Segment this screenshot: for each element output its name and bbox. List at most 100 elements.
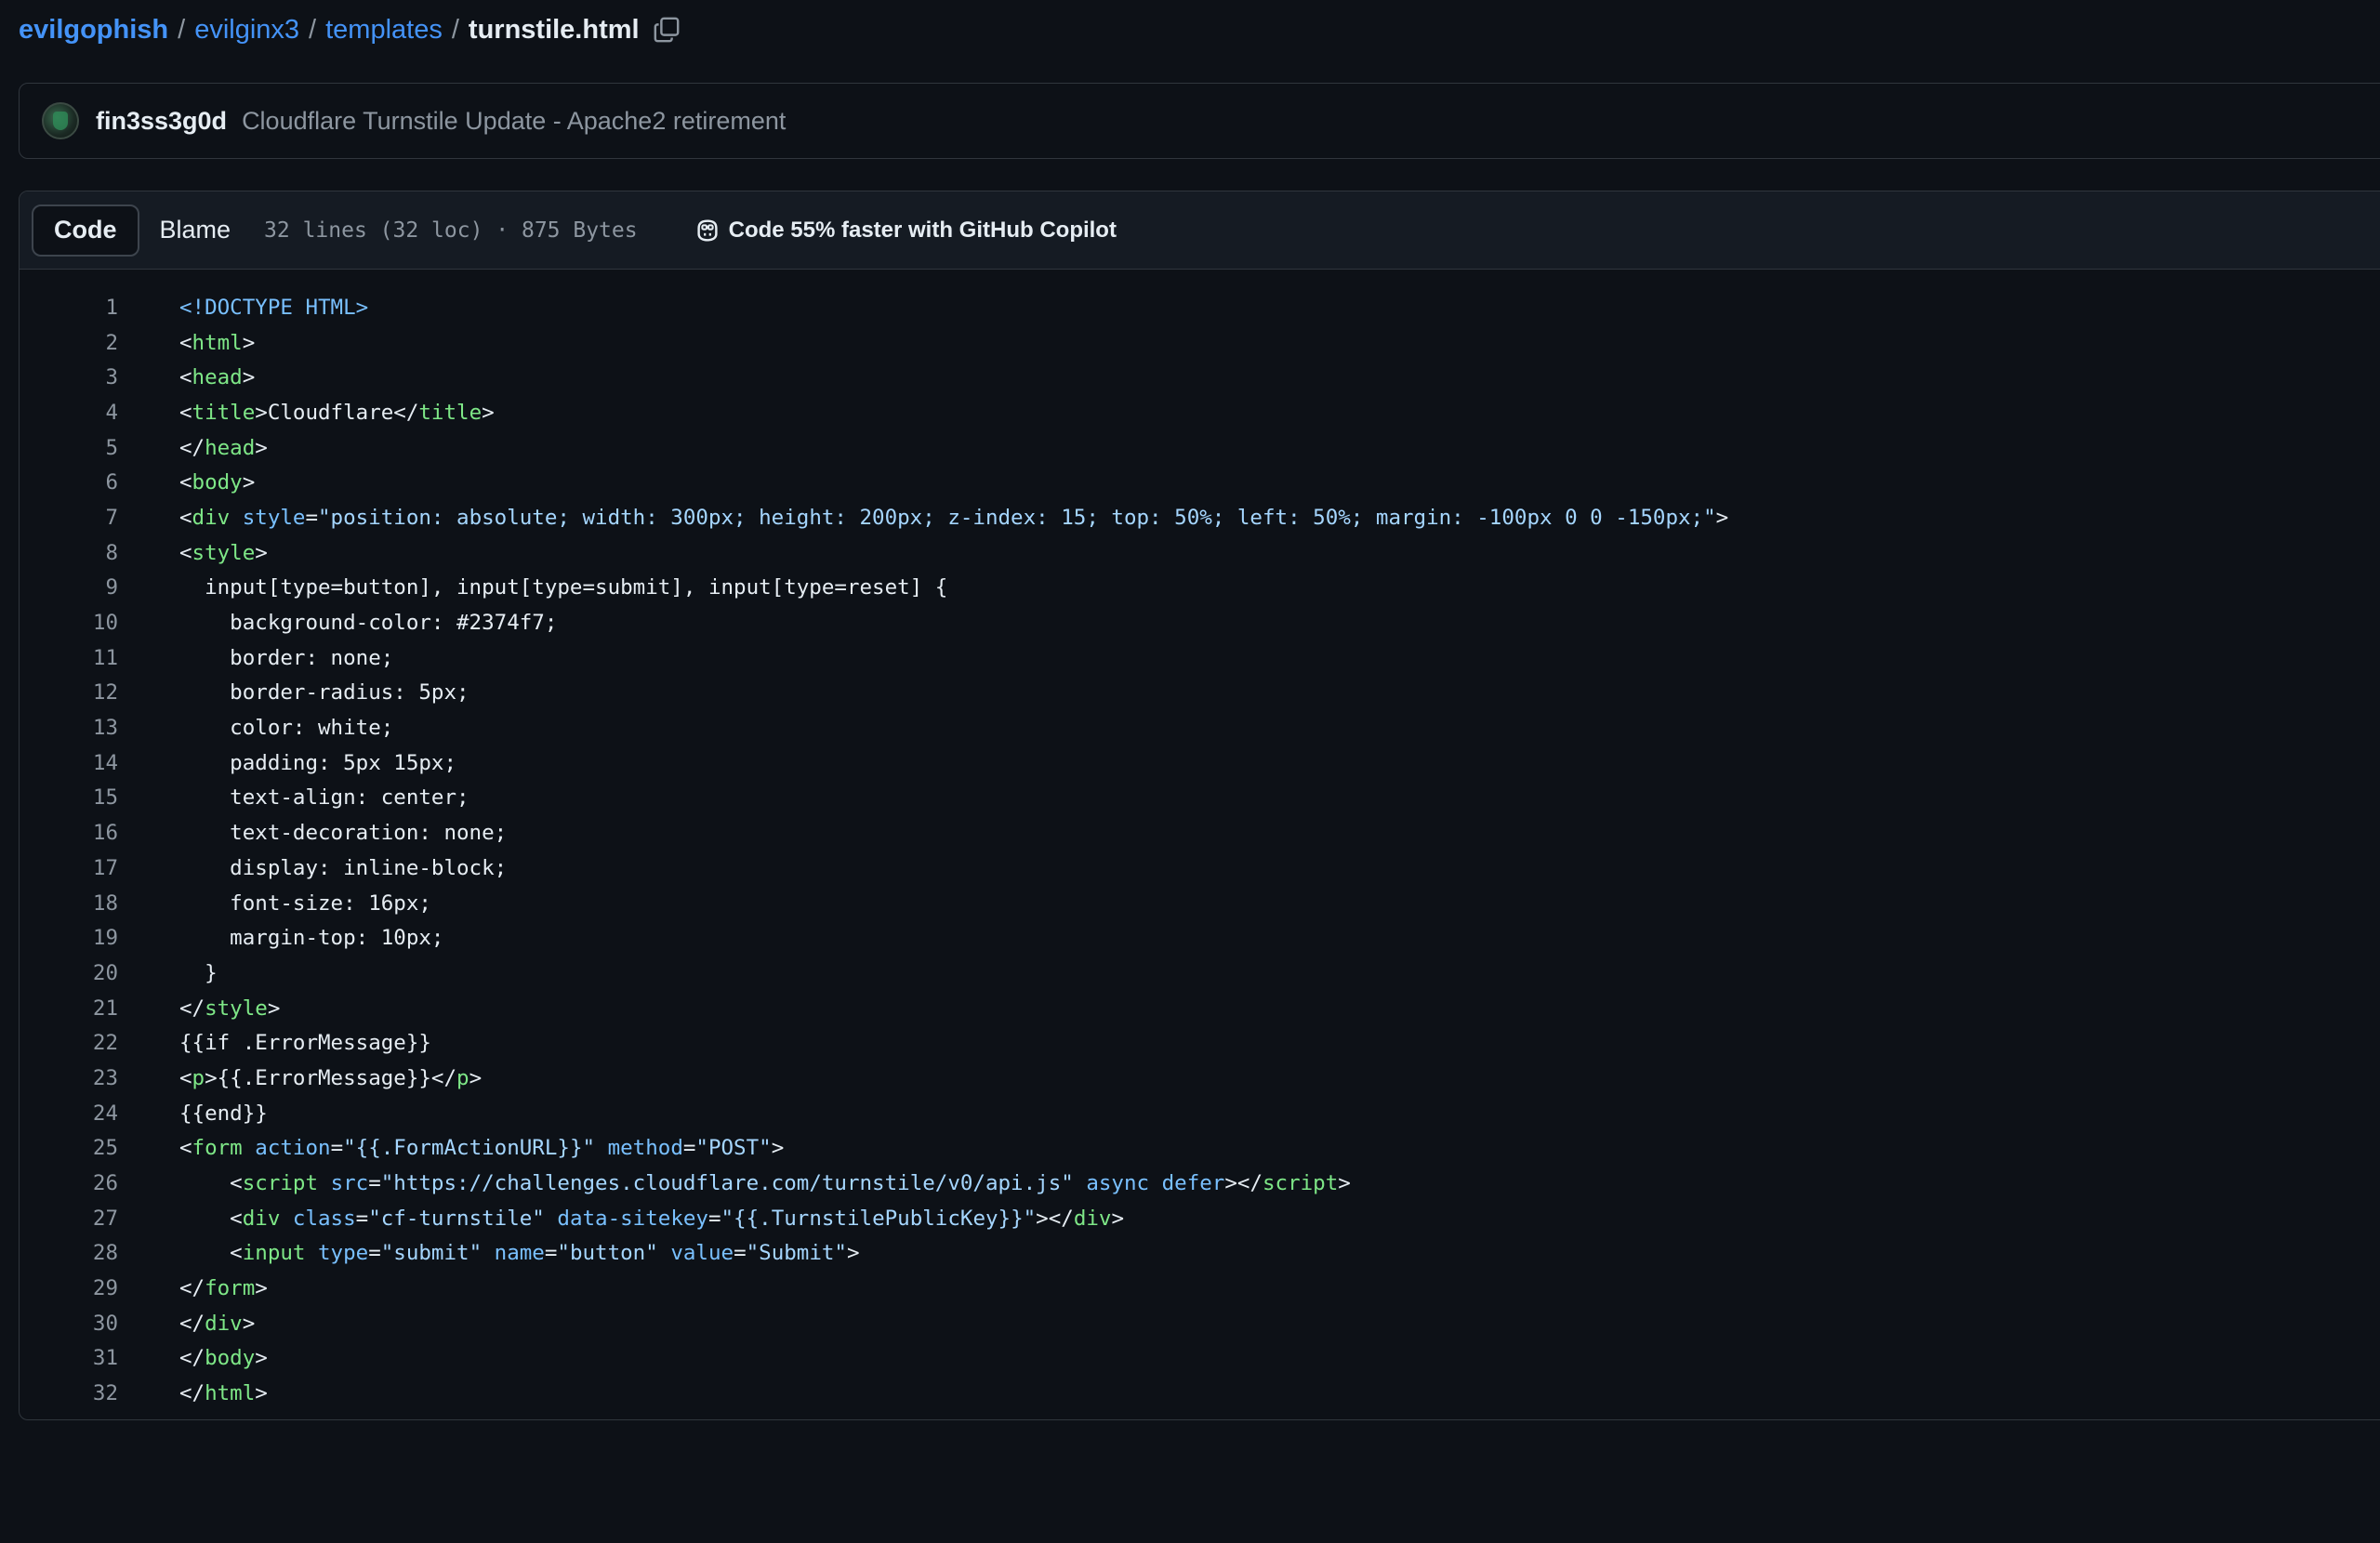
line-content: <script src="https://challenges.cloudfla… [179, 1171, 1351, 1195]
tab-code[interactable]: Code [32, 204, 139, 257]
view-tabs: Code Blame [32, 204, 251, 257]
code-token: "position: absolute; width: 300px; heigh… [318, 505, 1716, 530]
commit-author[interactable]: fin3ss3g0d [96, 107, 227, 136]
code-token: = [707, 1206, 721, 1231]
line-content: } [179, 961, 218, 985]
line-content: text-decoration: none; [179, 821, 507, 845]
code-line: 3 <head> [20, 360, 2380, 395]
line-content: </div> [179, 1312, 255, 1336]
line-number[interactable]: 4 [20, 401, 118, 425]
code-token: font-size: 16px; [179, 890, 431, 916]
line-content: background-color: #2374f7; [179, 611, 557, 635]
code-token: > [1111, 1206, 1124, 1231]
code-token: < [179, 1241, 243, 1266]
line-number[interactable]: 29 [20, 1276, 118, 1300]
code-token: > [255, 435, 268, 460]
code-token: display: inline-block; [179, 855, 508, 880]
line-number[interactable]: 3 [20, 365, 118, 389]
code-token: script [242, 1171, 319, 1196]
line-number[interactable]: 1 [20, 296, 118, 320]
line-content: {{if .ErrorMessage}} [179, 1031, 431, 1055]
line-number[interactable]: 20 [20, 961, 118, 985]
code-line: 7 <div style="position: absolute; width: … [20, 500, 2380, 535]
code-line: 28 <input type="submit" name="button" va… [20, 1236, 2380, 1272]
line-number[interactable]: 13 [20, 716, 118, 740]
line-number[interactable]: 27 [20, 1207, 118, 1231]
line-number[interactable]: 12 [20, 680, 118, 705]
line-content: <div style="position: absolute; width: 3… [179, 506, 1728, 530]
code-token: < [179, 1171, 243, 1196]
line-number[interactable]: 31 [20, 1346, 118, 1370]
line-number[interactable]: 5 [20, 436, 118, 460]
commit-message[interactable]: Cloudflare Turnstile Update - Apache2 re… [242, 107, 786, 136]
code-token: < [179, 330, 192, 355]
code-token: html [192, 330, 243, 355]
code-token: type [318, 1241, 369, 1266]
line-content: <style> [179, 541, 268, 565]
code-line: 14 padding: 5px 15px; [20, 745, 2380, 781]
code-line: 23 <p>{{.ErrorMessage}}</p> [20, 1061, 2380, 1096]
code-token: > [469, 1065, 483, 1090]
line-number[interactable]: 21 [20, 996, 118, 1021]
code-line: 32 </html> [20, 1376, 2380, 1411]
code-token: = [368, 1171, 381, 1196]
code-line: 6 <body> [20, 465, 2380, 500]
line-number[interactable]: 9 [20, 575, 118, 600]
line-number[interactable]: 19 [20, 926, 118, 950]
line-number[interactable]: 16 [20, 821, 118, 845]
line-number[interactable]: 25 [20, 1136, 118, 1160]
line-number[interactable]: 10 [20, 611, 118, 635]
code-token: title [192, 400, 256, 425]
code-line: 8 <style> [20, 535, 2380, 571]
line-number[interactable]: 8 [20, 541, 118, 565]
line-number[interactable]: 14 [20, 751, 118, 775]
line-number[interactable]: 23 [20, 1066, 118, 1090]
code-token: color: white; [179, 716, 394, 741]
file-header: Code Blame 32 lines (32 loc) · 875 Bytes… [20, 191, 2380, 270]
code-token: form [192, 1136, 243, 1161]
avatar[interactable] [42, 102, 79, 139]
line-number[interactable]: 17 [20, 856, 118, 880]
code-token: "Submit" [746, 1241, 847, 1266]
code-token: head [192, 365, 243, 390]
line-number[interactable]: 2 [20, 331, 118, 355]
breadcrumb-repo-owner[interactable]: evilgophish [19, 15, 168, 46]
copy-icon[interactable] [653, 16, 681, 44]
line-number[interactable]: 24 [20, 1101, 118, 1126]
code-line: 31 </body> [20, 1341, 2380, 1377]
line-number[interactable]: 30 [20, 1312, 118, 1336]
code-token: p [456, 1065, 469, 1090]
tab-blame[interactable]: Blame [139, 204, 252, 257]
code-token: title [418, 400, 483, 425]
line-number[interactable]: 32 [20, 1381, 118, 1405]
code-token: > [242, 330, 256, 355]
code-line: 18 font-size: 16px; [20, 886, 2380, 921]
code-token: < [179, 505, 192, 530]
copilot-promo-link[interactable]: Code 55% faster with GitHub Copilot [694, 217, 1117, 244]
line-number[interactable]: 11 [20, 646, 118, 670]
code-token: > [771, 1136, 785, 1161]
code-token: background-color: #2374f7; [179, 611, 558, 636]
code-token: text-align: center; [179, 785, 469, 811]
breadcrumb-current-file: turnstile.html [468, 14, 640, 45]
code-token: "{{.TurnstilePublicKey}}" [721, 1206, 1037, 1231]
breadcrumb-folder-evilginx3[interactable]: evilginx3 [194, 15, 299, 46]
line-number[interactable]: 18 [20, 891, 118, 916]
line-number[interactable]: 7 [20, 506, 118, 530]
code-line: 19 margin-top: 10px; [20, 920, 2380, 956]
line-number[interactable]: 28 [20, 1241, 118, 1265]
line-number[interactable]: 15 [20, 785, 118, 810]
line-content: margin-top: 10px; [179, 926, 443, 950]
line-content: font-size: 16px; [179, 891, 431, 916]
breadcrumb-separator: / [178, 14, 186, 45]
line-number[interactable]: 26 [20, 1171, 118, 1195]
code-token: </ [179, 1346, 205, 1371]
breadcrumb-folder-templates[interactable]: templates [325, 15, 443, 46]
line-number[interactable]: 22 [20, 1031, 118, 1055]
code-line: 1 <!DOCTYPE HTML> [20, 290, 2380, 325]
code-token: {{end}} [179, 1101, 268, 1126]
line-number[interactable]: 6 [20, 470, 118, 495]
